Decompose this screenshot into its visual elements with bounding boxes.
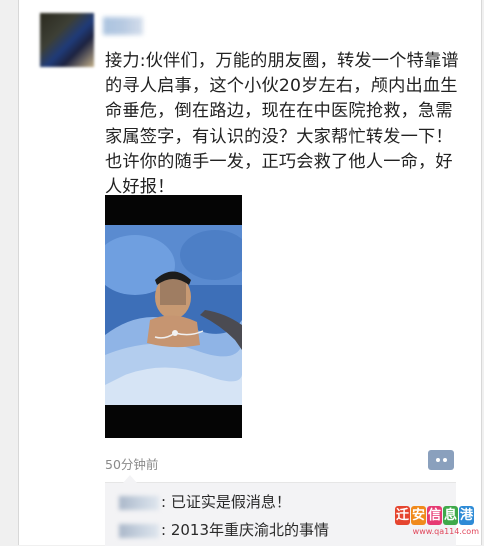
watermark-url: www.qa114.com [412,527,479,536]
post-photo[interactable] [105,195,242,438]
commenter-name-blurred[interactable] [119,495,159,510]
dot [442,458,447,462]
comment-item[interactable]: : 已证实是假消息！ [119,489,291,515]
watermark-char: 港 [459,506,474,525]
comment-dots-icon[interactable] [428,450,454,470]
watermark-char: 息 [443,506,458,525]
post-text: 接力:伙伴们，万能的朋友圈，转发一个特靠谱的寻人启事，这个小伙20岁左右，颅内出… [105,51,459,198]
post-timestamp: 50分钟前 [105,457,159,472]
watermark-char: 信 [427,506,442,525]
watermark-char: 安 [411,506,426,525]
watermark-logo: 迁 安 信 息 港 [395,506,479,525]
comment-item[interactable]: : 2013年重庆渝北的事情 [119,517,329,543]
dot [435,458,440,462]
avatar[interactable] [40,13,94,67]
hospital-patient-image [105,225,242,405]
comment-text: 已证实是假消息！ [170,493,291,511]
comment-separator: : [161,521,167,539]
poster-name-blurred[interactable] [103,17,143,35]
comment-text: 2013年重庆渝北的事情 [170,521,330,539]
site-watermark: 迁 安 信 息 港 www.qa114.com [395,506,479,542]
comment-separator: : [161,493,167,511]
watermark-char: 迁 [395,506,410,525]
commenter-name-blurred[interactable] [119,523,159,538]
